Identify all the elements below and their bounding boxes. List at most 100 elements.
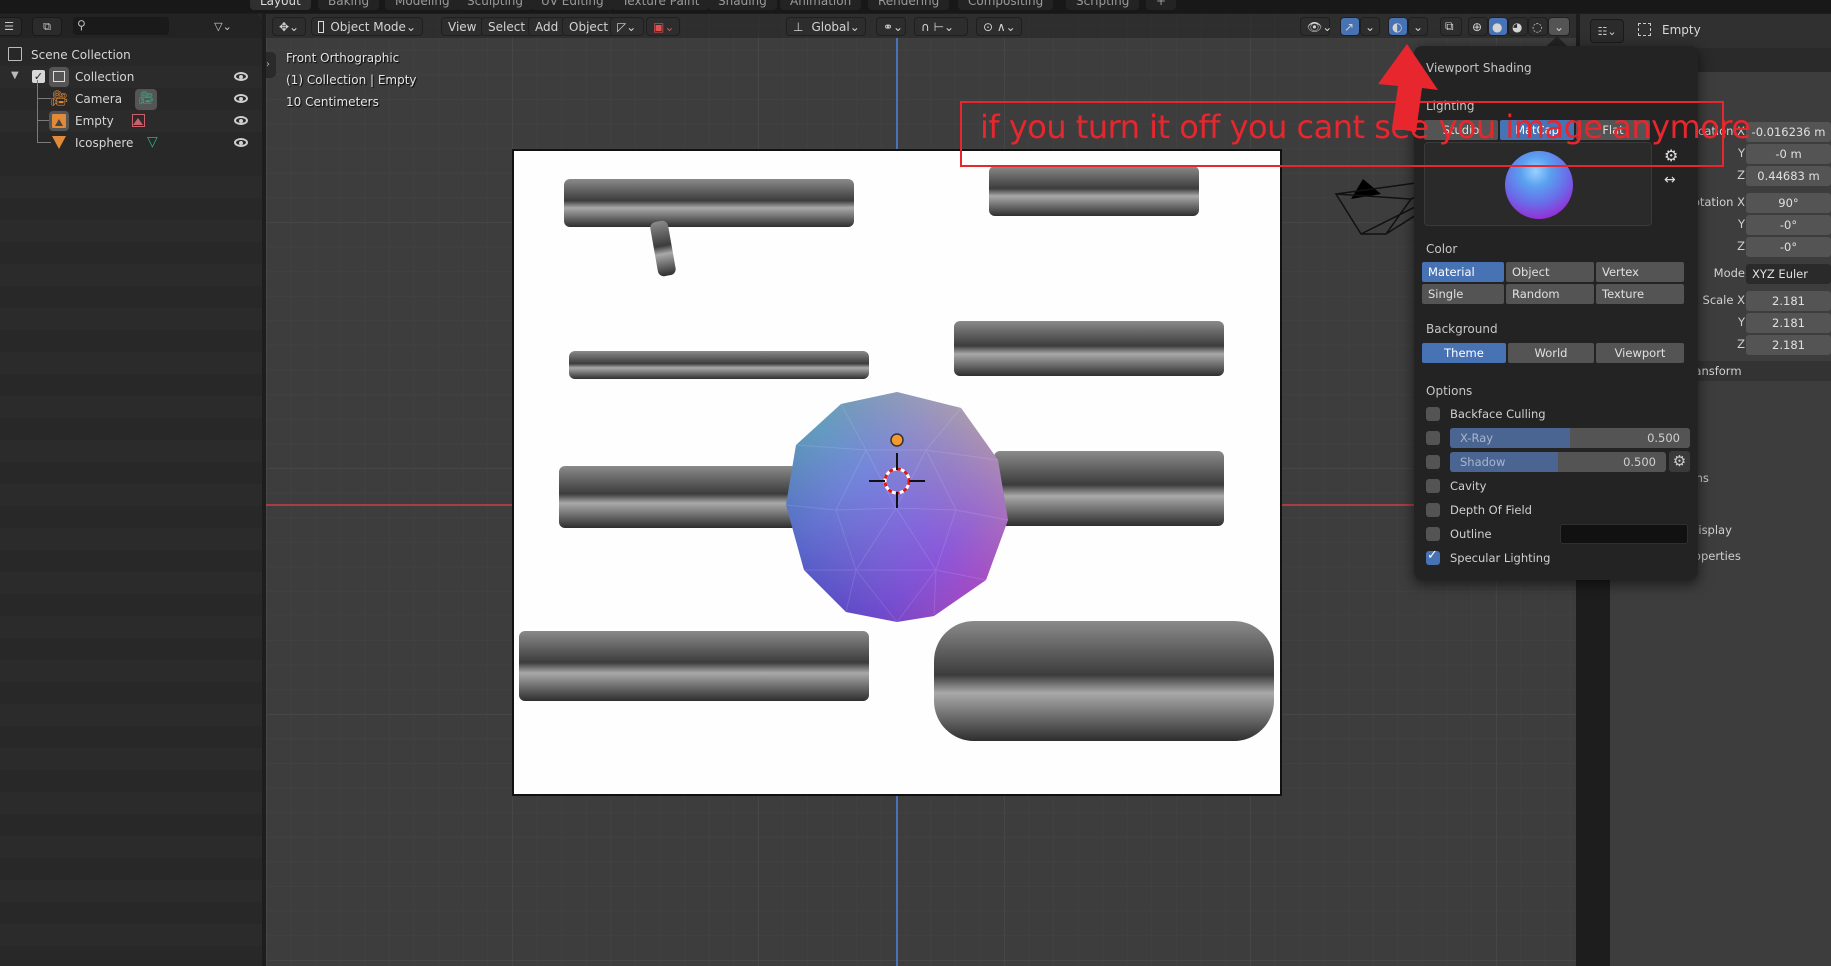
overlays-dropdown[interactable]: ⌄ [1408,17,1428,36]
scale-y-field[interactable]: 2.181 [1746,313,1831,333]
outliner-search-input[interactable]: ⚲ [73,17,169,35]
tab-animation[interactable]: Animation [780,0,862,10]
snap-toggle[interactable]: ∩ ⊢⌄ [914,17,968,36]
color-texture[interactable]: Texture [1596,284,1684,304]
rotation-z-field[interactable]: -0° [1746,237,1831,257]
specular-lighting-option[interactable]: Specular Lighting [1426,548,1550,568]
depth-of-field-checkbox[interactable] [1426,503,1440,517]
expand-arrow-icon[interactable]: ▼ [11,70,19,81]
color-vertex[interactable]: Vertex [1596,262,1684,282]
overlays-toggle[interactable]: ◐ [1388,17,1408,36]
add-workspace-button[interactable]: + [1146,0,1177,10]
visibility-eye-icon[interactable] [234,116,248,125]
location-z-field[interactable]: 0.44683 m [1746,166,1831,186]
camera-data-icon[interactable]: 🎥︎ [135,89,157,110]
color-object[interactable]: Object [1506,262,1594,282]
menu-view[interactable]: View [441,17,484,36]
background-world[interactable]: World [1508,343,1594,363]
display-mode-button[interactable]: ⧉ [32,17,62,36]
visibility-eye-icon[interactable] [234,72,248,81]
scene-collection-row[interactable]: Scene Collection [0,44,262,66]
menu-object[interactable]: Object [562,17,616,36]
scene-collection-label: Scene Collection [31,48,131,62]
outline-color-swatch[interactable] [1560,524,1688,544]
proportional-editing-toggle[interactable]: ⊙ ∧⌄ [976,17,1022,36]
tab-scripting[interactable]: Scripting [1066,0,1140,10]
transform-orientation-dropdown[interactable]: ⊥ Global ⌄ [786,17,866,36]
outline-checkbox[interactable] [1426,527,1440,541]
rotation-mode-dropdown[interactable]: XYZ Euler [1746,264,1831,284]
menu-select[interactable]: Select [481,17,533,36]
background-viewport[interactable]: Viewport [1596,343,1684,363]
object-origin[interactable] [890,433,904,447]
depth-of-field-option[interactable]: Depth Of Field [1426,500,1532,520]
location-x-field[interactable]: -0.016236 m [1746,122,1831,142]
menu-add[interactable]: Add [528,17,566,36]
image-data-icon[interactable] [132,114,145,127]
color-material[interactable]: Material [1422,262,1504,282]
shading-rendered[interactable]: ◌ [1528,17,1548,36]
cavity-checkbox[interactable] [1426,479,1440,493]
flip-horizontal-icon[interactable]: ↔ [1664,172,1676,188]
visibility-eye-icon[interactable] [234,138,248,147]
tab-compositing[interactable]: Compositing [958,0,1054,10]
tab-baking[interactable]: Baking [318,0,380,10]
outliner-item-label: Collection [75,70,135,84]
grease-pencil-button[interactable]: ◸⌄ [610,17,644,36]
toolbar-expand-toggle[interactable]: › [266,52,276,78]
tab-shading[interactable]: Shading [708,0,777,10]
xray-alpha-slider[interactable]: X-Ray 0.500 [1450,428,1690,448]
shading-solid[interactable]: ● [1488,17,1508,36]
rotation-mode-label: Mode [1713,266,1745,280]
image-gun-2 [989,166,1199,216]
mode-dropdown[interactable]: Object Mode ⌄ [311,17,423,36]
outliner-item-empty[interactable]: Empty [0,98,262,132]
visibility-eye-icon[interactable] [234,94,248,103]
outliner-item-icosphere[interactable]: Icosphere ▽ [0,120,262,154]
scale-z-field[interactable]: 2.181 [1746,335,1831,355]
tab-uv-editing[interactable]: UV Editing [531,0,614,10]
editor-type-button[interactable]: ☷⌄ [1590,19,1624,43]
shadow-settings-gear-icon[interactable]: ⚙ [1669,451,1690,472]
backface-culling-option[interactable]: Backface Culling [1426,404,1546,424]
outliner-item-camera[interactable]: 🎥︎ Camera 🎥︎ [0,80,262,110]
editor-type-button[interactable]: ✥⌄ [272,17,306,36]
location-y-field[interactable]: -0 m [1746,144,1831,164]
specular-lighting-checkbox[interactable] [1426,548,1440,565]
xray-checkbox[interactable] [1426,431,1440,445]
visibility-selectability-button[interactable]: 👁︎⌄ [1300,17,1332,36]
shading-material-preview[interactable]: ◕ [1508,17,1528,36]
background-selector: Theme World Viewport [1422,343,1684,363]
tab-layout[interactable]: Layout [250,0,311,10]
collection-exclude-checkbox[interactable]: ✓ [32,70,45,83]
editor-type-button[interactable]: ☰ [0,17,22,36]
outliner-item-collection[interactable]: ▼ ✓ Collection [0,66,262,88]
filter-button[interactable]: ▽⌄ [208,17,238,36]
rotation-y-field[interactable]: -0° [1746,215,1831,235]
scale-x-field[interactable]: 2.181 [1746,291,1831,311]
snap-target-button[interactable]: ▣⌄ [646,17,680,36]
gizmo-dropdown[interactable]: ⌄ [1360,17,1380,36]
color-single[interactable]: Single [1422,284,1504,304]
tab-modeling[interactable]: Modeling [385,0,460,10]
background-theme[interactable]: Theme [1422,343,1506,363]
backface-culling-label: Backface Culling [1450,407,1546,421]
color-random[interactable]: Random [1506,284,1594,304]
backface-culling-checkbox[interactable] [1426,407,1440,421]
tab-texture-paint[interactable]: Texture Paint [612,0,710,10]
pivot-point-button[interactable]: ⚭⌄ [876,17,906,36]
gizmo-toggle[interactable]: ↗ [1340,17,1360,36]
shading-wireframe[interactable]: ⊕ [1468,17,1488,36]
location-y-label: Y [1737,146,1745,160]
tab-sculpting[interactable]: Sculpting [457,0,534,10]
shadow-intensity-slider[interactable]: Shadow 0.500 [1450,452,1666,472]
mesh-data-icon[interactable]: ▽ [147,134,158,150]
tab-rendering[interactable]: Rendering [868,0,950,10]
icosphere-mesh[interactable] [786,390,1008,622]
outline-option[interactable]: Outline [1426,524,1492,544]
cavity-option[interactable]: Cavity [1426,476,1486,496]
shading-options-dropdown[interactable]: ⌄ [1548,17,1570,36]
xray-toggle[interactable]: ⧉ [1440,17,1462,36]
rotation-x-field[interactable]: 90° [1746,193,1831,213]
shadow-checkbox[interactable] [1426,455,1440,469]
